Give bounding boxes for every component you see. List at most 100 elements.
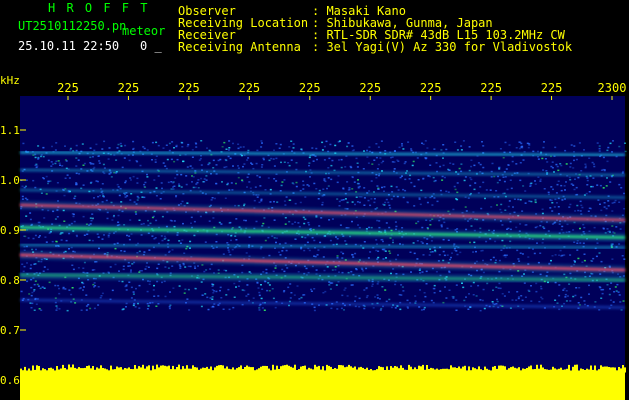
noise-speck [586, 179, 589, 182]
x-tick-label: 225 [238, 81, 260, 95]
noise-speck [519, 162, 522, 164]
noise-speck [100, 295, 103, 297]
noise-floor-spike [590, 365, 592, 373]
noise-speck [190, 216, 193, 219]
noise-speck [124, 181, 127, 184]
noise-speck [498, 259, 501, 262]
noise-speck [500, 203, 503, 206]
noise-speck [369, 251, 372, 253]
noise-floor-spike [48, 368, 50, 373]
noise-speck [363, 150, 365, 152]
noise-speck [541, 242, 544, 244]
noise-speck [313, 239, 316, 242]
noise-speck [40, 155, 42, 158]
noise-speck [507, 227, 510, 230]
noise-speck [355, 157, 358, 160]
noise-speck [45, 241, 48, 243]
noise-floor-spike [614, 367, 616, 373]
noise-speck [211, 296, 214, 298]
noise-speck [382, 160, 385, 163]
noise-speck [93, 282, 96, 284]
noise-speck [524, 224, 527, 226]
noise-speck [442, 164, 445, 167]
noise-speck [262, 158, 265, 161]
noise-speck [243, 289, 246, 292]
noise-speck [482, 145, 485, 147]
noise-floor-spike [276, 365, 278, 373]
noise-speck [70, 293, 73, 296]
noise-floor-spike [496, 368, 498, 373]
noise-speck [435, 271, 438, 273]
noise-speck [515, 163, 518, 165]
noise-speck [178, 183, 180, 185]
noise-speck [540, 287, 543, 290]
noise-speck [425, 283, 428, 285]
noise-speck [135, 287, 137, 290]
noise-speck [155, 195, 158, 197]
noise-speck [154, 161, 157, 163]
noise-speck [71, 264, 74, 266]
noise-floor-spike [508, 368, 510, 373]
noise-speck [313, 255, 316, 257]
noise-speck [413, 252, 416, 255]
noise-floor-spike [184, 368, 186, 373]
noise-speck [333, 169, 336, 172]
noise-speck [313, 182, 316, 185]
noise-speck [402, 148, 405, 150]
noise-speck [459, 251, 462, 254]
noise-speck [45, 175, 48, 178]
noise-speck [212, 167, 215, 169]
noise-speck [51, 145, 53, 148]
noise-speck [117, 186, 120, 188]
noise-floor-spike [562, 369, 564, 373]
noise-speck [72, 268, 75, 271]
noise-speck [517, 296, 520, 298]
noise-speck [227, 149, 230, 151]
noise-speck [382, 258, 385, 260]
noise-speck [148, 283, 151, 285]
noise-speck [622, 300, 625, 302]
noise-speck [532, 248, 534, 250]
noise-speck [153, 284, 155, 287]
noise-speck [503, 180, 506, 183]
noise-speck [270, 157, 273, 160]
noise-speck [391, 156, 394, 158]
noise-floor-spike [102, 368, 104, 373]
noise-floor-spike [374, 370, 376, 373]
noise-speck [423, 306, 426, 309]
noise-speck [569, 300, 572, 302]
noise-speck [149, 280, 151, 283]
noise-speck [565, 300, 568, 302]
noise-speck [433, 148, 436, 150]
noise-speck [228, 222, 231, 224]
noise-speck [42, 177, 44, 179]
noise-speck [410, 181, 413, 184]
noise-speck [602, 228, 605, 230]
x-tick-label: 225 [359, 81, 381, 95]
noise-speck [257, 287, 260, 289]
noise-speck [381, 238, 384, 241]
noise-speck [493, 175, 496, 178]
noise-speck [309, 169, 312, 171]
noise-speck [473, 188, 476, 191]
noise-speck [574, 210, 577, 212]
noise-speck [261, 288, 264, 290]
noise-floor-spike [28, 368, 30, 373]
noise-speck [376, 283, 379, 285]
noise-speck [462, 286, 465, 289]
noise-speck [533, 252, 536, 255]
noise-floor-spike [136, 368, 138, 373]
noise-speck [286, 267, 289, 269]
noise-floor-spike [486, 368, 488, 373]
noise-speck [535, 290, 538, 293]
noise-speck [125, 289, 128, 291]
noise-speck [414, 300, 417, 302]
noise-speck [315, 188, 318, 190]
noise-speck [178, 240, 181, 242]
noise-speck [377, 250, 380, 252]
noise-speck [112, 215, 115, 218]
noise-speck [489, 189, 492, 191]
noise-speck [163, 235, 166, 238]
noise-speck [491, 162, 494, 165]
noise-speck [146, 308, 149, 310]
